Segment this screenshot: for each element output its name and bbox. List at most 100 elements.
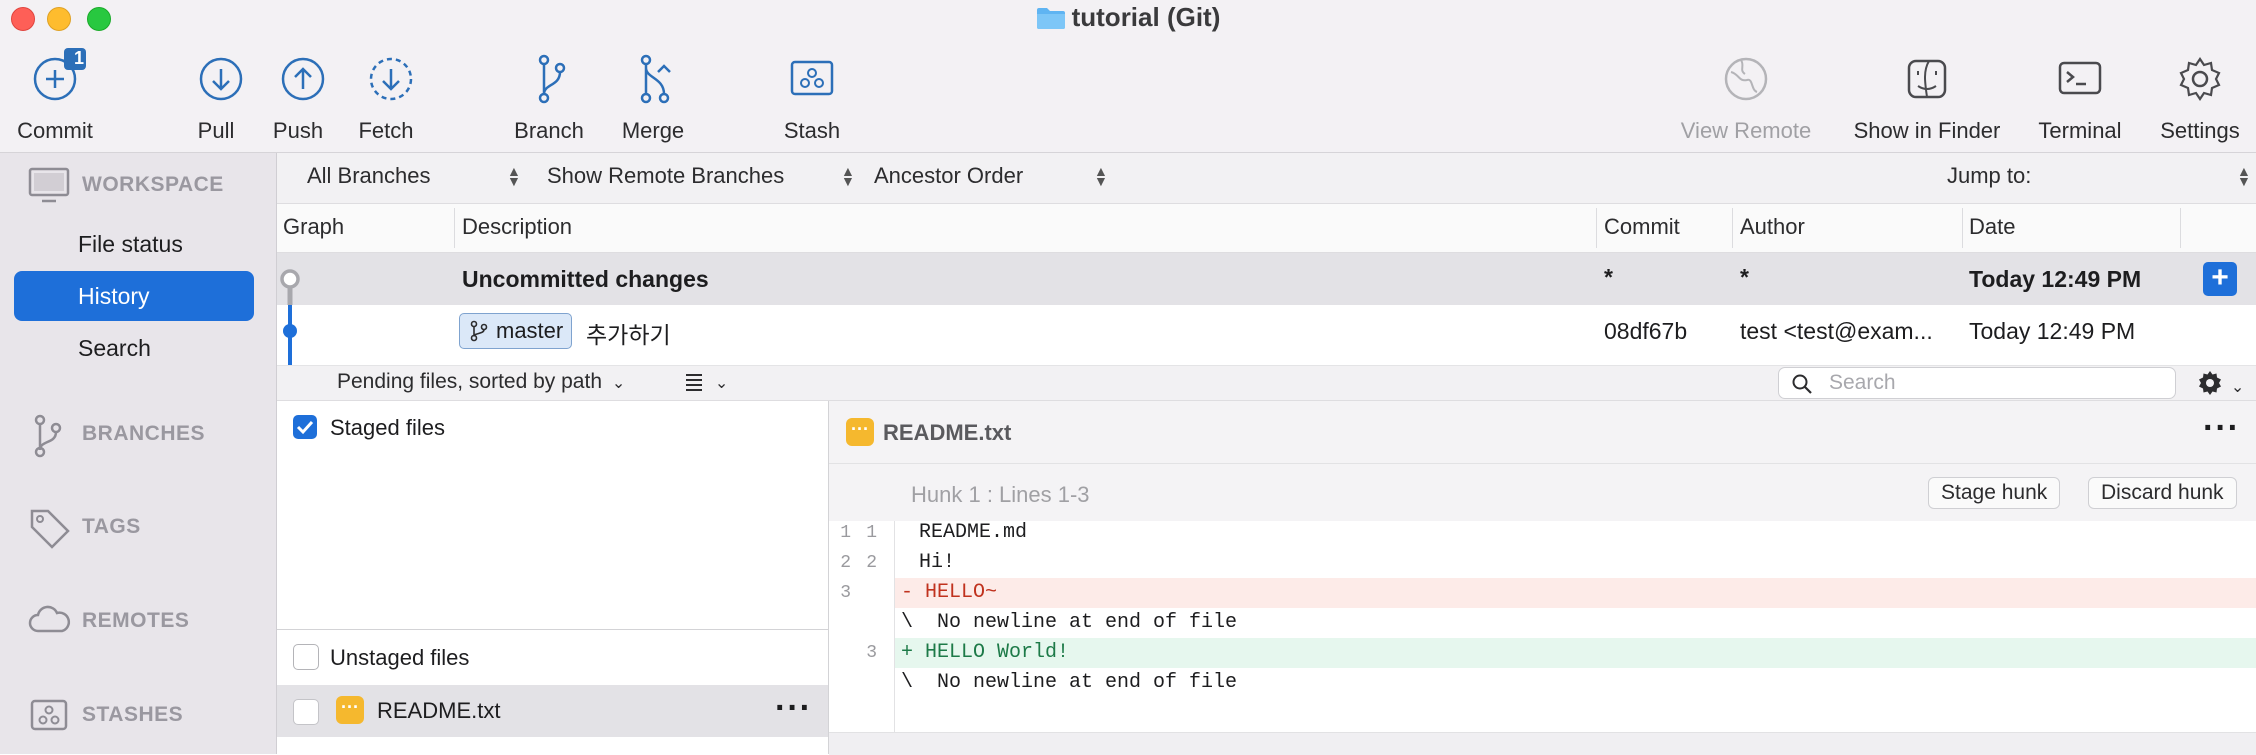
jump-to-select[interactable]: Jump to: ▲ ▼	[1947, 163, 2251, 189]
column-header-author[interactable]: Author	[1740, 214, 1805, 240]
chevron-down-icon: ⌄	[2230, 379, 2245, 396]
column-divider[interactable]	[1732, 208, 1733, 248]
remote-branches-select[interactable]: Show Remote Branches ▲ ▼	[547, 163, 855, 189]
column-divider[interactable]	[454, 208, 455, 248]
remote-branches-value: Show Remote Branches	[547, 163, 785, 188]
merge-icon	[640, 54, 671, 104]
add-commit-button[interactable]: +	[2203, 262, 2237, 296]
column-divider[interactable]	[1596, 208, 1597, 248]
terminal-icon	[2058, 61, 2102, 95]
list-item[interactable]: ··· README.txt ···	[277, 685, 828, 737]
divider	[277, 629, 828, 630]
more-options-icon[interactable]: ···	[775, 689, 812, 728]
pull-icon	[199, 57, 243, 101]
history-table-header: Graph Description Commit Author Date	[277, 204, 2256, 253]
column-header-date[interactable]: Date	[1969, 214, 2015, 240]
fetch-button[interactable]: Fetch	[348, 48, 424, 144]
diff-bottom-strip	[829, 732, 2256, 755]
order-select[interactable]: Ancestor Order ▲ ▼	[874, 163, 1114, 189]
commit-label: Commit	[17, 118, 93, 143]
unstaged-checkbox[interactable]	[293, 644, 319, 670]
old-line-number: 2	[840, 553, 851, 573]
cloud-icon	[28, 605, 71, 633]
view-remote-label: View Remote	[1680, 118, 1812, 143]
branch-icon	[34, 414, 62, 458]
commit-author: *	[1740, 264, 1749, 290]
fetch-label: Fetch	[358, 118, 414, 143]
view-mode-dropdown[interactable]: ⌄	[683, 370, 728, 394]
merge-button[interactable]: Merge	[608, 48, 698, 144]
updown-chevron-icon: ▲ ▼	[841, 163, 855, 189]
commit-button[interactable]: 1 Commit	[8, 48, 102, 144]
stash-icon	[790, 60, 834, 96]
view-remote-button[interactable]: View Remote	[1676, 48, 1816, 144]
graph-node-commit	[283, 305, 297, 365]
show-in-finder-button[interactable]: Show in Finder	[1846, 48, 2008, 144]
discard-hunk-button[interactable]: Discard hunk	[2088, 477, 2237, 509]
branch-label-master[interactable]: master	[459, 313, 573, 349]
commit-author: test <test@exam...	[1740, 318, 1933, 344]
jump-to-label: Jump to:	[1947, 163, 2032, 188]
commit-description: Uncommitted changes	[462, 266, 709, 292]
old-line-number: 1	[840, 523, 851, 543]
staged-checkbox[interactable]	[293, 415, 317, 439]
table-row[interactable]: Uncommitted changes * * Today 12:49 PM +	[277, 253, 2256, 305]
updown-chevron-icon: ▲ ▼	[2237, 163, 2251, 189]
finder-icon	[1907, 59, 1947, 99]
column-header-graph[interactable]: Graph	[283, 214, 344, 240]
sort-files-label: Pending files, sorted by path	[337, 370, 603, 393]
column-header-description[interactable]: Description	[462, 214, 572, 240]
pull-button[interactable]: Pull	[180, 48, 252, 144]
diff-line-text: \ No newline at end of file	[901, 611, 1238, 634]
branch-icon	[470, 320, 488, 342]
branch-filter-value: All Branches	[307, 163, 431, 188]
column-divider[interactable]	[1962, 208, 1963, 248]
pull-label: Pull	[197, 118, 235, 143]
fetch-icon	[369, 57, 413, 101]
search-icon	[1792, 374, 1812, 394]
modified-file-icon: ···	[336, 696, 364, 724]
plus-icon: +	[2211, 261, 2229, 294]
new-line-number: 1	[866, 523, 877, 543]
unstaged-files-label: Unstaged files	[330, 645, 470, 670]
search-input[interactable]: Search	[1778, 367, 2176, 399]
settings-label: Settings	[2160, 118, 2240, 143]
window-title: tutorial (Git)	[0, 0, 2256, 34]
commit-hash: 08df67b	[1604, 318, 1688, 344]
more-options-icon[interactable]: ···	[2203, 409, 2240, 448]
show-in-finder-label: Show in Finder	[1853, 118, 2001, 143]
sidebar-item-file-status[interactable]: File status	[78, 231, 183, 258]
terminal-button[interactable]: Terminal	[2030, 48, 2130, 144]
stage-hunk-button[interactable]: Stage hunk	[1928, 477, 2061, 509]
monitor-icon	[28, 167, 70, 203]
push-icon	[281, 57, 325, 101]
table-row[interactable]: master 추가하기 08df67b test <test@exam... T…	[277, 305, 2256, 366]
hunk-title: Hunk 1 : Lines 1-3	[911, 482, 1090, 507]
settings-button[interactable]: Settings	[2152, 48, 2248, 144]
commit-description: 추가하기	[586, 322, 671, 348]
column-header-commit[interactable]: Commit	[1604, 214, 1680, 240]
sort-files-dropdown[interactable]: Pending files, sorted by path ⌄	[337, 370, 625, 394]
tag-icon	[30, 509, 70, 549]
diff-line-note: \ No newline at end of file	[829, 668, 2256, 698]
stash-button[interactable]: Stash	[772, 48, 852, 144]
commit-date: Today 12:49 PM	[1969, 318, 2136, 344]
push-button[interactable]: Push	[262, 48, 334, 144]
file-checkbox[interactable]	[293, 699, 319, 725]
branch-icon	[538, 54, 566, 104]
sidebar-item-search[interactable]: Search	[78, 335, 151, 362]
globe-icon	[1724, 57, 1768, 101]
sidebar-section-remotes-label: REMOTES	[82, 609, 190, 632]
diff-line: 1 1 README.md	[829, 518, 2256, 548]
diff-options-gear[interactable]: ⌄	[2195, 368, 2244, 398]
sidebar-section-workspace-label: WORKSPACE	[82, 173, 224, 196]
diff-file-header: ··· README.txt ···	[829, 401, 2256, 464]
toolbar: tutorial (Git) 1 Commit Pull Push Fetch …	[0, 0, 2256, 153]
branch-filter-select[interactable]: All Branches ▲ ▼	[307, 163, 521, 189]
commit-date: Today 12:49 PM	[1969, 266, 2142, 292]
stage-hunk-label: Stage hunk	[1941, 481, 2048, 504]
merge-label: Merge	[621, 118, 685, 143]
column-divider[interactable]	[2180, 208, 2181, 248]
commit-hash: *	[1604, 264, 1613, 290]
branch-button[interactable]: Branch	[504, 48, 594, 144]
